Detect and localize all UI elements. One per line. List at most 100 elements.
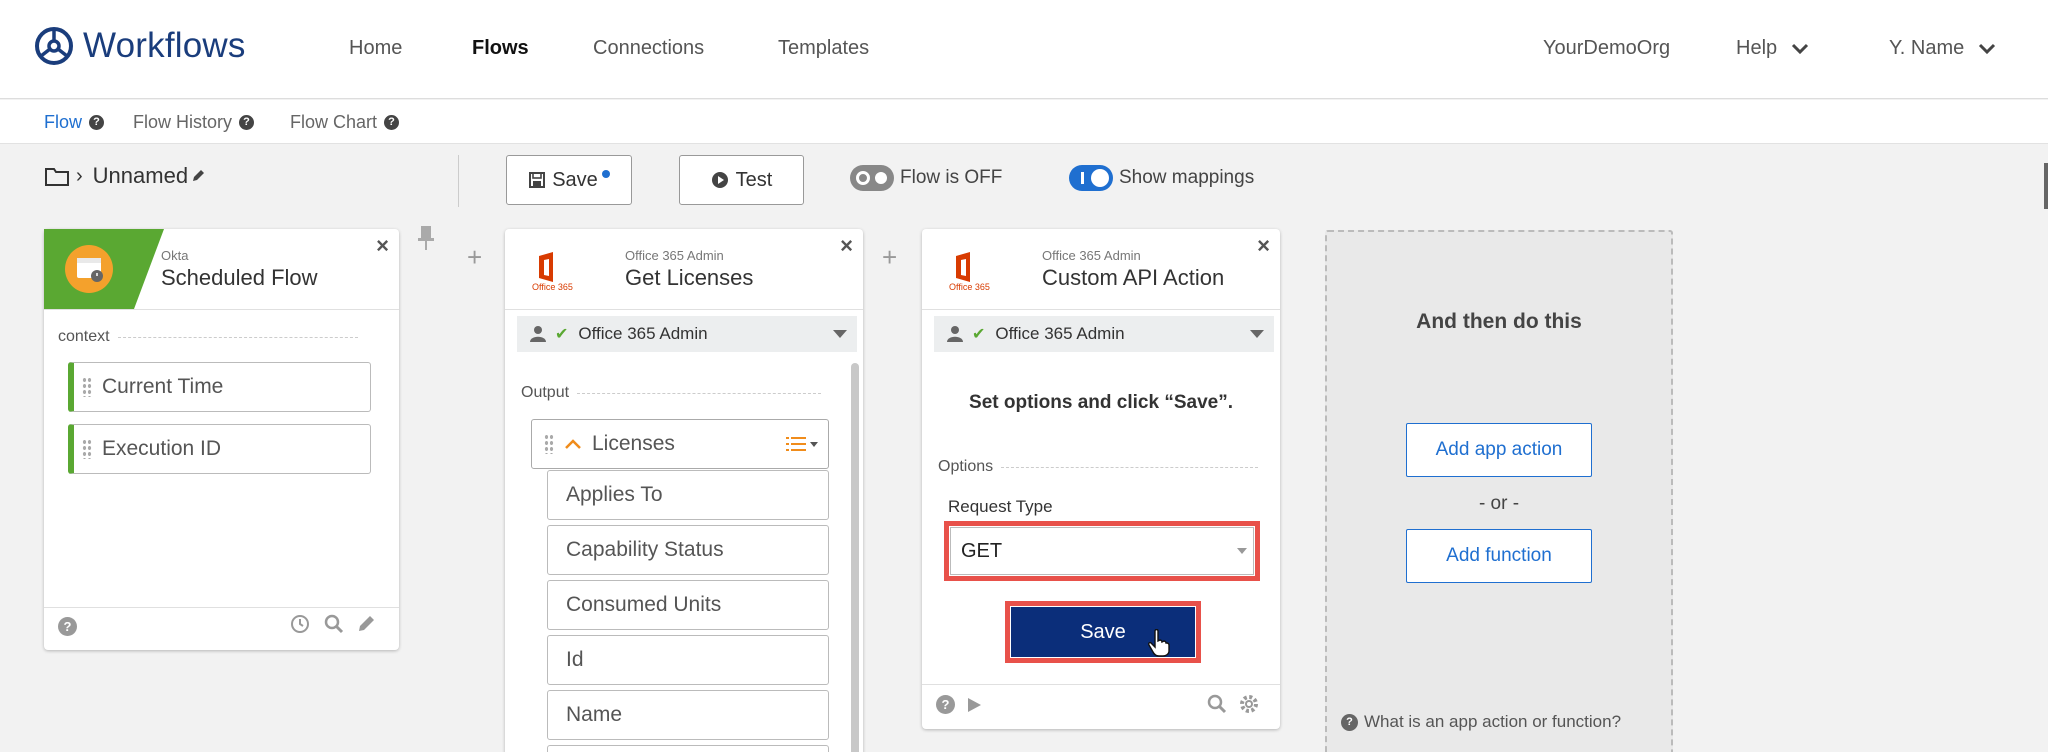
options-label: Options <box>938 458 1258 476</box>
tab-flow[interactable]: Flow ? <box>44 112 105 133</box>
history-icon[interactable] <box>289 613 311 635</box>
output-field[interactable]: Consumed Units <box>547 580 829 630</box>
nav-connections[interactable]: Connections <box>593 37 704 60</box>
help-icon[interactable]: ? <box>58 617 77 636</box>
card-footer-tools <box>289 613 377 635</box>
play-icon[interactable] <box>965 696 983 714</box>
office365-caption: Office 365 <box>949 282 990 292</box>
search-icon[interactable] <box>323 613 345 635</box>
options-label-text: Options <box>938 458 994 475</box>
connection-name: Office 365 Admin <box>995 324 1125 343</box>
workflows-logo-icon <box>35 27 73 65</box>
pencil-icon[interactable] <box>355 613 377 635</box>
nav-templates[interactable]: Templates <box>778 37 869 60</box>
connection-selector[interactable]: ✔ Office 365 Admin <box>517 316 857 352</box>
pencil-icon[interactable] <box>190 168 206 184</box>
flow-name[interactable]: Unnamed <box>93 163 188 189</box>
nav-home[interactable]: Home <box>349 37 402 60</box>
user-icon <box>947 326 963 342</box>
drag-handle-icon[interactable] <box>544 434 554 454</box>
user-name: Y. Name <box>1889 37 1965 59</box>
card-footer-divider <box>922 684 1280 685</box>
card-vendor: Office 365 Admin <box>1042 248 1141 263</box>
check-icon: ✔ <box>972 326 986 343</box>
add-app-action-button[interactable]: Add app action <box>1406 423 1592 477</box>
output-field[interactable]: Capability Status <box>547 525 829 575</box>
output-field[interactable]: Execution ID <box>68 424 371 474</box>
flow-toggle-label: Flow is OFF <box>900 167 1003 188</box>
play-icon <box>711 172 728 188</box>
card-footer-divider <box>44 607 399 608</box>
caret-down-icon <box>1250 330 1264 338</box>
output-field[interactable] <box>547 745 829 752</box>
add-step-icon[interactable]: + <box>882 242 897 273</box>
output-field[interactable]: Name <box>547 690 829 740</box>
request-type-select[interactable]: GET <box>950 527 1254 575</box>
top-nav: Workflows Home Flows Connections Templat… <box>0 0 2048 99</box>
close-icon[interactable]: × <box>376 233 389 259</box>
test-button[interactable]: Test <box>679 155 804 205</box>
help-icon[interactable]: ? <box>239 115 255 130</box>
field-label: Execution ID <box>102 437 222 460</box>
flow-toggle[interactable]: Flow is OFF <box>850 165 1002 191</box>
chevron-up-icon[interactable] <box>564 438 582 450</box>
output-field[interactable]: Applies To <box>547 470 829 520</box>
get-licenses-card[interactable]: Office 365 × Office 365 Admin Get Licens… <box>505 229 863 752</box>
user-menu[interactable]: Y. Name <box>1889 37 1996 60</box>
add-step-icon[interactable]: + <box>467 242 482 273</box>
chevron-right-icon: › <box>76 164 83 187</box>
field-label: Consumed Units <box>566 593 722 616</box>
help-icon[interactable]: ? <box>936 695 955 714</box>
caret-down-icon <box>833 330 847 338</box>
app-title: Workflows <box>83 26 246 65</box>
app-logo[interactable]: Workflows <box>34 26 246 66</box>
floppy-icon <box>529 172 546 188</box>
toggle-switch-off[interactable] <box>850 165 894 191</box>
card-vendor: Okta <box>161 248 189 263</box>
mappings-toggle-label: Show mappings <box>1119 167 1255 188</box>
tab-flow-history-label: Flow History <box>133 112 233 132</box>
pin-icon[interactable] <box>416 224 436 252</box>
licenses-group-field[interactable]: Licenses <box>531 419 829 469</box>
help-icon[interactable]: ? <box>384 115 400 130</box>
placeholder-help-link[interactable]: ? What is an app action or function? <box>1341 712 1621 732</box>
field-label: Current Time <box>102 375 224 398</box>
card-scrollbar[interactable] <box>851 363 859 752</box>
context-label: context <box>58 328 358 346</box>
folder-icon[interactable] <box>44 165 70 187</box>
close-icon[interactable]: × <box>1257 233 1270 259</box>
sub-nav: Flow ? Flow History ? Flow Chart ? <box>0 100 2048 144</box>
close-icon[interactable]: × <box>840 233 853 259</box>
toolbar-divider <box>458 155 459 207</box>
unsaved-dot <box>601 170 610 178</box>
add-function-button[interactable]: Add function <box>1406 529 1592 583</box>
org-name[interactable]: YourDemoOrg <box>1543 37 1670 60</box>
scheduled-flow-card[interactable]: × Okta Scheduled Flow context Current Ti… <box>44 229 399 650</box>
gear-icon[interactable] <box>1238 693 1260 715</box>
search-icon[interactable] <box>1206 693 1228 715</box>
custom-api-card[interactable]: Office 365 × Office 365 Admin Custom API… <box>922 229 1280 729</box>
toggle-switch-on[interactable] <box>1069 165 1113 191</box>
connection-selector[interactable]: ✔ Office 365 Admin <box>934 316 1274 352</box>
calendar-clock-icon <box>65 245 113 293</box>
office365-caption: Office 365 <box>532 282 573 292</box>
or-separator: - or - <box>1478 493 1520 514</box>
help-icon[interactable]: ? <box>89 115 105 130</box>
list-options-icon[interactable] <box>786 436 820 452</box>
check-icon: ✔ <box>555 326 569 343</box>
drag-handle-icon[interactable] <box>82 377 92 397</box>
help-menu[interactable]: Help <box>1736 37 1809 60</box>
tab-flow-chart[interactable]: Flow Chart ? <box>290 112 400 133</box>
chevron-down-icon <box>1979 43 1996 54</box>
tab-flow-history[interactable]: Flow History ? <box>133 112 255 133</box>
field-label: Capability Status <box>566 538 724 561</box>
output-field[interactable]: Id <box>547 635 829 685</box>
request-type-value: GET <box>961 539 1003 562</box>
save-button[interactable]: Save <box>506 155 632 205</box>
help-icon: ? <box>1341 713 1358 731</box>
output-field[interactable]: Current Time <box>68 362 371 412</box>
page-scrollbar[interactable] <box>2044 163 2048 209</box>
drag-handle-icon[interactable] <box>82 439 92 459</box>
nav-flows[interactable]: Flows <box>472 37 529 60</box>
mappings-toggle[interactable]: Show mappings <box>1069 165 1254 191</box>
